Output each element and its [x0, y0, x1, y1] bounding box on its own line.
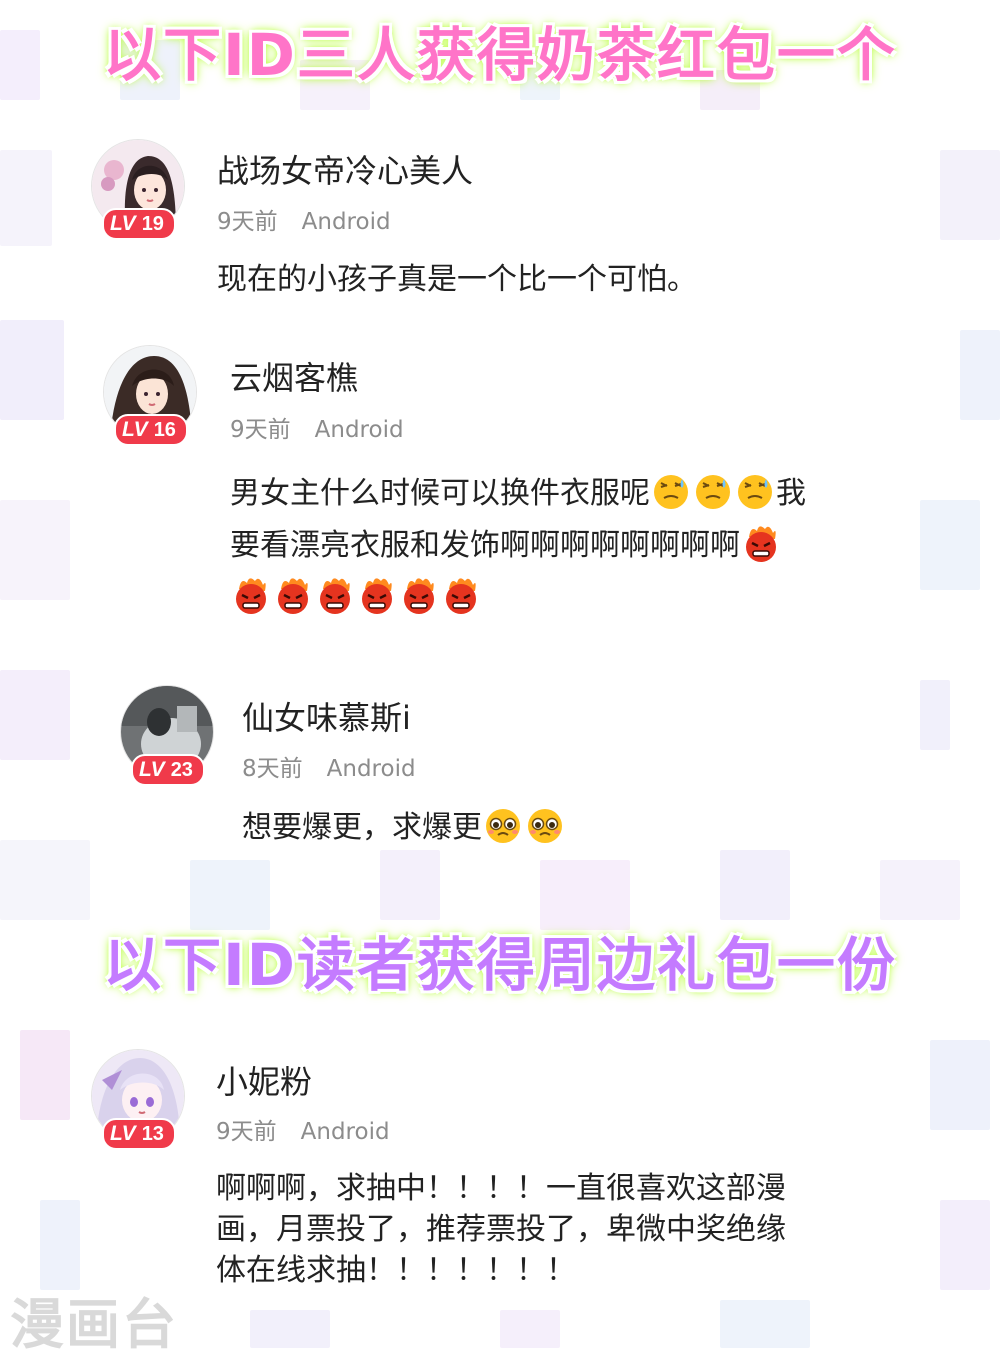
angry-fire-emoji — [231, 575, 271, 615]
comment-meta: 9天前 Android — [216, 1112, 390, 1146]
level-badge: LV 23 — [131, 754, 205, 786]
sweat-emoji — [735, 471, 775, 511]
post-time: 9天前 — [217, 209, 278, 235]
level-badge: LV 19 — [102, 208, 176, 240]
sweat-emoji — [693, 471, 733, 511]
comment-line: 要看漂亮衣服和发饰啊啊啊啊啊啊啊啊 — [230, 520, 930, 572]
comment-line: 男女主什么时候可以换件衣服呢我 — [230, 468, 930, 520]
comment-line: 体在线求抽！！！！！！！ — [216, 1253, 576, 1288]
comment-meta: 9天前 Android — [217, 202, 391, 236]
comment-line: 画，月票投了，推荐票投了，卑微中奖绝缘 — [216, 1212, 786, 1247]
winners-banner-milk-tea: 以下ID三人获得奶茶红包一个 — [103, 21, 897, 89]
comment-meta: 8天前 Android — [242, 749, 416, 783]
comment-line: 想要爆更，求爆更 — [242, 802, 942, 854]
sweat-emoji — [651, 471, 691, 511]
level-badge: LV 16 — [114, 414, 188, 446]
comment-text: 男女主什么时候可以换件衣服呢我 要看漂亮衣服和发饰啊啊啊啊啊啊啊啊 — [230, 468, 930, 624]
avatar[interactable]: LV 19 — [92, 140, 188, 240]
comment-text: 想要爆更，求爆更 — [242, 802, 942, 854]
angry-fire-emoji — [315, 575, 355, 615]
comment-meta: 9天前 Android — [230, 410, 404, 444]
platform-label: Android — [301, 209, 391, 235]
comment-text: 现在的小孩子真是一个比一个可怕。 — [217, 254, 917, 306]
angry-fire-emoji — [741, 523, 781, 563]
pleading-emoji — [483, 805, 523, 845]
platform-label: Android — [314, 417, 404, 443]
platform-label: Android — [300, 1119, 390, 1145]
post-time: 9天前 — [216, 1119, 277, 1145]
comment-line — [230, 572, 930, 624]
post-time: 8天前 — [242, 756, 303, 782]
avatar[interactable]: LV 16 — [104, 346, 200, 446]
platform-label: Android — [326, 756, 416, 782]
pleading-emoji — [525, 805, 565, 845]
username[interactable]: 云烟客樵 — [230, 353, 358, 399]
comment-text: 啊啊啊，求抽中！！！！一直很喜欢这部漫 画，月票投了，推荐票投了，卑微中奖绝缘 … — [216, 1168, 936, 1291]
level-badge: LV 13 — [102, 1118, 176, 1150]
post-time: 9天前 — [230, 417, 291, 443]
username[interactable]: 仙女味慕斯i — [242, 693, 411, 739]
angry-fire-emoji — [399, 575, 439, 615]
angry-fire-emoji — [441, 575, 481, 615]
comment-line: 现在的小孩子真是一个比一个可怕。 — [217, 262, 697, 297]
avatar[interactable]: LV 13 — [92, 1050, 188, 1150]
comment-line: 啊啊啊，求抽中！！！！一直很喜欢这部漫 — [216, 1171, 786, 1206]
avatar[interactable]: LV 23 — [121, 686, 217, 786]
watermark-logo: 漫画台 — [10, 1293, 178, 1356]
winners-banner-gift-pack: 以下ID读者获得周边礼包一份 — [103, 931, 897, 999]
username[interactable]: 战场女帝冷心美人 — [217, 146, 473, 192]
angry-fire-emoji — [273, 575, 313, 615]
username[interactable]: 小妮粉 — [216, 1057, 312, 1103]
angry-fire-emoji — [357, 575, 397, 615]
